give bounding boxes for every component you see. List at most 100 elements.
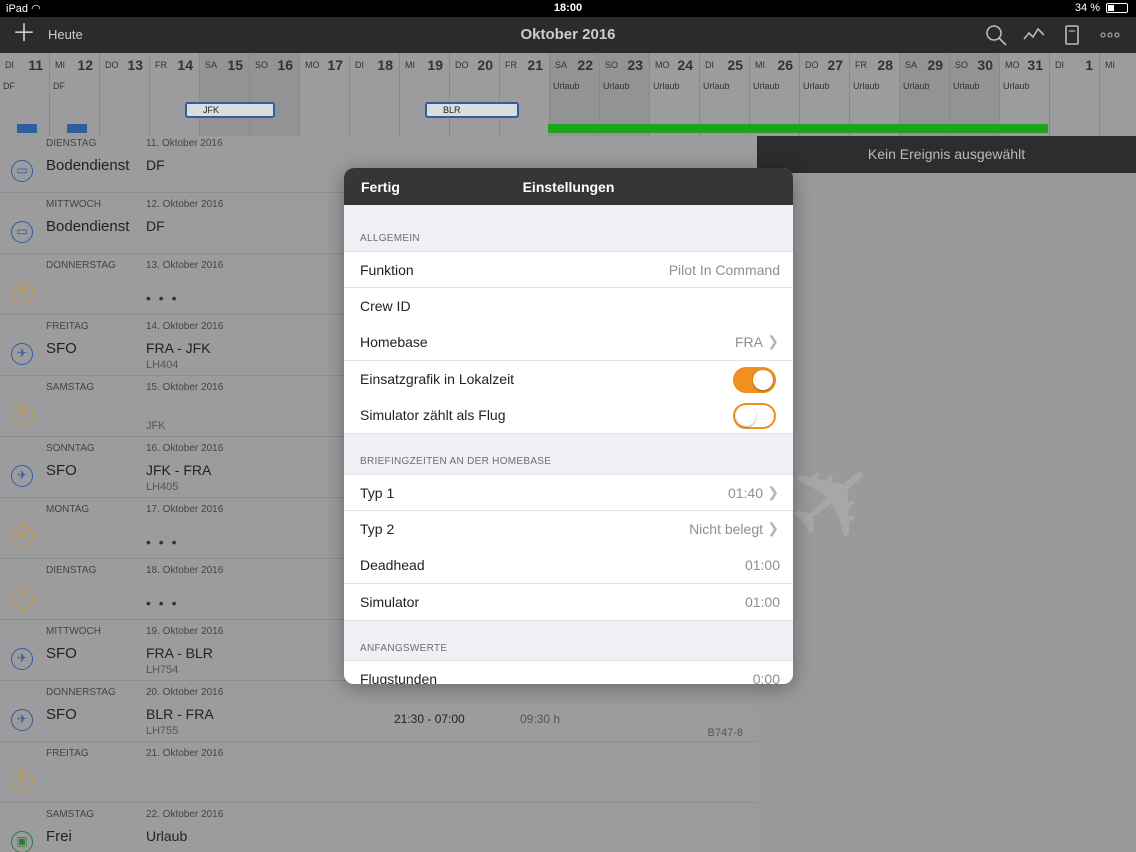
search-icon[interactable] [984, 23, 1008, 47]
crew-id-row[interactable]: Crew ID [344, 288, 793, 325]
day-off-icon: ▣ [11, 831, 33, 852]
typ2-row[interactable]: Typ 2 Nicht belegt ❯ [344, 511, 793, 548]
list-item[interactable]: DONNERSTAG 20. Oktober 2016 ✈ SFO BLR - FRA L… [0, 681, 757, 742]
row-date: 18. Oktober 2016 [146, 565, 224, 576]
calendar-day[interactable]: DO 20 [450, 53, 500, 136]
duty-block-11[interactable] [17, 124, 37, 133]
row-route: FRA - BLR [146, 645, 213, 661]
trip-block-jfk[interactable]: JFK [185, 102, 275, 118]
day-weekday: SO [955, 60, 969, 70]
add-circle-icon[interactable]: + [11, 404, 33, 426]
row-date: 21. Oktober 2016 [146, 748, 224, 759]
homebase-label: Homebase [360, 334, 428, 350]
calendar-strip[interactable]: DI 11 DF MI 12 DF DO 13 FR 14 SA 15 SO 16 MO 17 DI 18 MI 19… [0, 53, 1136, 136]
list-item[interactable]: FREITAG 21. Oktober 2016 + [0, 742, 757, 803]
typ2-label: Typ 2 [360, 521, 395, 537]
row-empty-dots: • • • [146, 290, 179, 306]
day-label: DF [53, 81, 65, 91]
funktion-value[interactable]: Pilot In Command [669, 262, 780, 278]
sim-as-flight-toggle[interactable] [733, 403, 776, 429]
simulator-value[interactable]: 01:00 [745, 594, 780, 610]
row-weekday: FREITAG [46, 748, 89, 759]
typ1-row[interactable]: Typ 1 01:40 ❯ [344, 474, 793, 511]
row-type: SFO [46, 706, 77, 723]
add-circle-icon[interactable]: + [11, 526, 33, 548]
add-circle-icon[interactable]: + [11, 770, 33, 792]
add-circle-icon[interactable]: + [11, 282, 33, 304]
day-label: Urlaub [653, 81, 680, 91]
calendar-day[interactable]: SA 15 [200, 53, 250, 136]
day-weekday: MI [1105, 60, 1115, 70]
calendar-day[interactable]: MO 17 [300, 53, 350, 136]
modal-header: Fertig Einstellungen [344, 168, 793, 205]
row-type: Bodendienst [46, 157, 130, 174]
row-weekday: MITTWOCH [46, 199, 101, 210]
day-label: Urlaub [1003, 81, 1030, 91]
chevron-right-icon: ❯ [767, 484, 779, 500]
sim-as-flight-label: Simulator zählt als Flug [360, 407, 506, 423]
row-flight-number: LH404 [146, 359, 179, 371]
day-label: Urlaub [903, 81, 930, 91]
more-icon[interactable] [1098, 23, 1122, 47]
simulator-row[interactable]: Simulator 01:00 [344, 584, 793, 621]
day-weekday: FR [855, 60, 867, 70]
row-weekday: SONNTAG [46, 443, 95, 454]
calendar-day[interactable]: FR 14 [150, 53, 200, 136]
list-item[interactable]: SAMSTAG 22. Oktober 2016 ▣ Frei Urlaub [0, 803, 757, 852]
trip-block-blr[interactable]: BLR [425, 102, 519, 118]
flight-hours-value[interactable]: 0:00 [753, 671, 780, 684]
homebase-row[interactable]: Homebase FRA ❯ [344, 324, 793, 361]
day-number: 29 [927, 57, 943, 73]
row-flight-number: JFK [146, 420, 166, 432]
calendar-day[interactable]: DO 13 [100, 53, 150, 136]
day-weekday: FR [505, 60, 517, 70]
page-title: Oktober 2016 [520, 26, 616, 43]
row-route: Urlaub [146, 828, 188, 844]
row-type: SFO [46, 340, 77, 357]
day-number: 19 [427, 57, 443, 73]
add-circle-icon[interactable]: + [11, 587, 33, 609]
vacation-bar[interactable] [548, 124, 1048, 133]
calendar-day[interactable]: MI [1100, 53, 1136, 136]
local-time-row: Einsatzgrafik in Lokalzeit [344, 361, 793, 398]
funktion-label: Funktion [360, 262, 414, 278]
day-weekday: DO [805, 60, 819, 70]
airplane-icon: ✈ [11, 709, 33, 731]
row-date: 13. Oktober 2016 [146, 260, 224, 271]
settings-modal: Fertig Einstellungen ALLGEMEIN Funktion … [344, 168, 793, 684]
flight-hours-row[interactable]: Flugstunden 0:00 [344, 660, 793, 684]
typ1-label: Typ 1 [360, 485, 395, 501]
calendar-day[interactable]: DI 1 [1050, 53, 1100, 136]
day-weekday: SA [555, 60, 568, 70]
calendar-day[interactable]: DI 18 [350, 53, 400, 136]
row-weekday: SAMSTAG [46, 382, 95, 393]
row-date: 14. Oktober 2016 [146, 321, 224, 332]
monitor-icon: ▭ [11, 160, 33, 182]
row-weekday: DONNERSTAG [46, 260, 116, 271]
funktion-row[interactable]: Funktion Pilot In Command [344, 251, 793, 288]
crew-id-label: Crew ID [360, 298, 411, 314]
local-time-toggle[interactable] [733, 367, 776, 393]
battery-icon [1106, 3, 1128, 13]
day-number: 20 [477, 57, 493, 73]
day-weekday: MO [305, 60, 320, 70]
day-number: 22 [577, 57, 593, 73]
row-route: BLR - FRA [146, 706, 214, 722]
deadhead-row[interactable]: Deadhead 01:00 [344, 547, 793, 584]
day-label: Urlaub [803, 81, 830, 91]
detail-header: Kein Ereignis ausgewählt [757, 136, 1136, 173]
day-weekday: MI [405, 60, 415, 70]
row-date: 22. Oktober 2016 [146, 809, 224, 820]
statistics-icon[interactable] [1022, 23, 1046, 47]
deadhead-value[interactable]: 01:00 [745, 557, 780, 573]
documents-icon[interactable] [1060, 23, 1084, 47]
row-empty-dots: • • • [146, 595, 179, 611]
calendar-day[interactable]: SO 16 [250, 53, 300, 136]
calendar-day[interactable]: FR 21 [500, 53, 550, 136]
day-label: Urlaub [603, 81, 630, 91]
nav-actions [984, 23, 1122, 47]
day-label: Urlaub [703, 81, 730, 91]
calendar-day[interactable]: MI 19 [400, 53, 450, 136]
sim-as-flight-row: Simulator zählt als Flug [344, 397, 793, 434]
duty-block-12[interactable] [67, 124, 87, 133]
